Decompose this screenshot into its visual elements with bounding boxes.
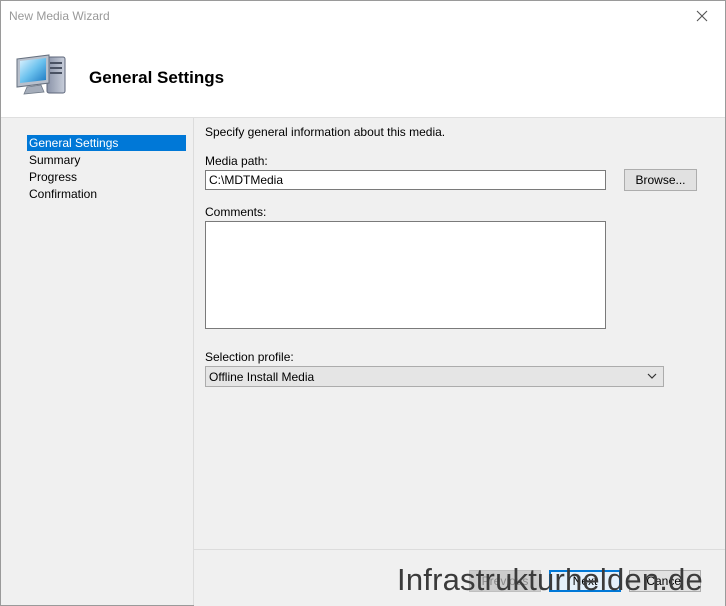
browse-button[interactable]: Browse...	[624, 169, 697, 191]
wizard-window: New Media Wizard General Settings Genera…	[0, 0, 726, 606]
wizard-content: Specify general information about this m…	[194, 118, 725, 548]
nav-item-progress[interactable]: Progress	[27, 169, 186, 185]
selection-profile-label: Selection profile:	[205, 350, 294, 364]
wizard-step-nav: General Settings Summary Progress Confir…	[1, 118, 194, 605]
title-bar: New Media Wizard	[1, 1, 725, 31]
watermark: Infrastrukturhelden.de	[397, 562, 703, 597]
close-button[interactable]	[679, 1, 725, 31]
comments-textarea[interactable]	[205, 221, 606, 329]
nav-item-general-settings[interactable]: General Settings	[27, 135, 186, 151]
media-path-value: C:\MDTMedia	[209, 173, 284, 187]
chevron-down-icon	[647, 373, 657, 379]
selection-profile-value: Offline Install Media	[209, 370, 315, 384]
media-path-label: Media path:	[205, 154, 268, 168]
nav-item-confirmation[interactable]: Confirmation	[27, 186, 186, 202]
media-path-input[interactable]: C:\MDTMedia	[205, 170, 606, 190]
computer-icon	[16, 54, 66, 95]
page-title: General Settings	[89, 68, 225, 87]
window-title: New Media Wizard	[9, 9, 110, 23]
wizard-header: General Settings	[1, 31, 725, 118]
close-icon	[696, 10, 708, 22]
nav-item-summary[interactable]: Summary	[27, 152, 186, 168]
selection-profile-dropdown[interactable]: Offline Install Media	[205, 366, 664, 387]
intro-text: Specify general information about this m…	[205, 125, 446, 139]
comments-label: Comments:	[205, 205, 267, 219]
